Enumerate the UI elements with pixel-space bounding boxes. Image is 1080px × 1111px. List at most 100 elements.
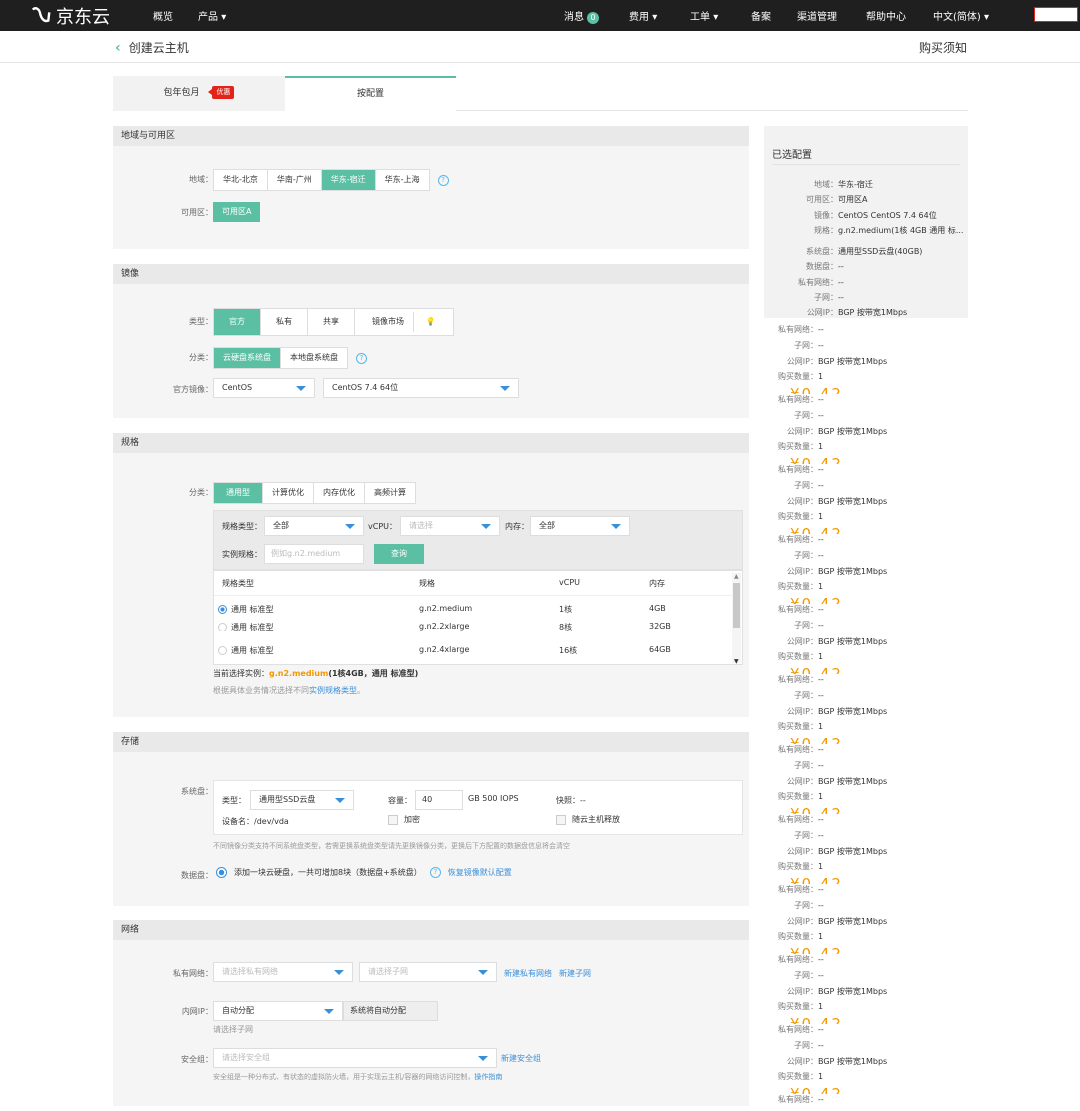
nav-products-label: 产品 bbox=[198, 12, 218, 23]
capacity-input[interactable]: 40 bbox=[415, 790, 463, 810]
release-checkbox[interactable] bbox=[556, 814, 566, 825]
current-selection: 当前选择实例：g.n2.medium(1核4GB，通用 标准型) bbox=[213, 668, 418, 679]
ghost-key: 子网： bbox=[794, 411, 818, 420]
buy-notice-link[interactable]: 购买须知 bbox=[919, 39, 967, 56]
table-row[interactable]: 通用 标准型 g.n2.2xlarge 8核 32GB bbox=[214, 622, 734, 631]
chevron-down-icon: ▾ bbox=[713, 12, 719, 23]
table-scrollbar[interactable]: ▲ ▼ bbox=[732, 573, 741, 665]
image-type-option[interactable]: 私有 bbox=[261, 309, 308, 335]
summary-key: 公网IP： bbox=[806, 308, 838, 317]
row-spec: g.n2.medium bbox=[419, 604, 473, 613]
guide-link[interactable]: 操作指南 bbox=[474, 1073, 502, 1081]
disk-type-select[interactable]: 通用型SSD云盘 bbox=[250, 790, 354, 810]
ghost-key: 购买数量： bbox=[778, 1072, 818, 1081]
radio[interactable] bbox=[218, 623, 227, 631]
az-option-selected[interactable]: 可用区A bbox=[213, 202, 261, 222]
image-type-option-selected[interactable]: 官方 bbox=[214, 309, 261, 335]
os-version-select[interactable]: CentOS 7.4 64位 bbox=[323, 378, 519, 398]
ghost-summary-line: 购买数量：1 bbox=[770, 371, 823, 382]
spec-category-option[interactable]: 计算优化 bbox=[263, 483, 314, 503]
help-icon[interactable]: ? bbox=[437, 174, 449, 186]
nav-messages[interactable]: 消息 0 bbox=[564, 8, 599, 24]
encrypt-checkbox[interactable] bbox=[388, 814, 398, 825]
add-circle-icon[interactable] bbox=[216, 867, 227, 878]
instance-spec-input[interactable]: 例如g.n2.medium bbox=[264, 544, 364, 564]
section-title: 存储 bbox=[113, 732, 749, 752]
encrypt-option[interactable]: 加密 bbox=[388, 814, 420, 825]
ghost-key: 购买数量： bbox=[778, 722, 818, 731]
ghost-summary-line: 购买数量：1 bbox=[770, 511, 823, 522]
filter-vcpu-select[interactable]: 请选择 bbox=[400, 516, 500, 536]
filter-type-label: 规格类型： bbox=[222, 522, 262, 531]
release-option[interactable]: 随云主机释放 bbox=[556, 814, 620, 825]
image-category-option[interactable]: 本地盘系统盘 bbox=[281, 348, 347, 368]
filter-type-select[interactable]: 全部 bbox=[264, 516, 364, 536]
ghost-key: 公网IP： bbox=[786, 917, 818, 926]
ghost-summary-line: 子网：-- bbox=[770, 900, 824, 911]
page-title: 创建云主机 bbox=[128, 41, 189, 55]
add-data-disk-text[interactable]: 添加一块云硬盘，一共可增加8块（数据盘+系统盘） bbox=[234, 867, 422, 878]
nav-help[interactable]: 帮助中心 bbox=[866, 8, 906, 23]
ghost-value: BGP 按带宽1Mbps bbox=[818, 497, 888, 506]
new-vpc-link[interactable]: 新建私有网络 bbox=[504, 968, 552, 979]
image-category-option-selected[interactable]: 云硬盘系统盘 bbox=[214, 348, 281, 368]
ghost-key: 私有网络： bbox=[778, 885, 818, 894]
nav-channel[interactable]: 渠道管理 bbox=[797, 8, 837, 23]
private-ip-select[interactable]: 自动分配 bbox=[213, 1001, 343, 1021]
restore-default-link[interactable]: 恢复镜像默认配置 bbox=[448, 867, 512, 878]
instance-spec-label: 实例规格： bbox=[222, 550, 262, 559]
nav-icp[interactable]: 备案 bbox=[751, 8, 771, 23]
scroll-down-icon[interactable]: ▼ bbox=[734, 658, 739, 665]
image-type-option[interactable]: 镜像市场 💡 bbox=[355, 309, 453, 335]
nav-products[interactable]: 产品 ▾ bbox=[198, 8, 226, 23]
summary-key: 子网： bbox=[814, 293, 838, 302]
instance-spec-placeholder: 例如g.n2.medium bbox=[271, 549, 341, 558]
ghost-summary-line: 私有网络：-- bbox=[770, 814, 824, 825]
back-link[interactable]: ‹ 创建云主机 bbox=[115, 39, 189, 56]
vpc-select[interactable]: 请选择私有网络 bbox=[213, 962, 353, 982]
spec-type-link[interactable]: 实例规格类型 bbox=[309, 686, 357, 695]
region-option[interactable]: 华北-北京 bbox=[214, 170, 268, 190]
brand-logo[interactable]: 京东云 bbox=[30, 3, 110, 29]
help-icon[interactable]: ? bbox=[429, 867, 441, 878]
region-option-selected[interactable]: 华东-宿迁 bbox=[321, 170, 376, 190]
radio-selected[interactable] bbox=[218, 605, 227, 614]
spec-hint-prefix: 根据具体业务情况选择不同 bbox=[213, 686, 309, 695]
spec-category-option-selected[interactable]: 通用型 bbox=[214, 483, 263, 503]
image-type-option[interactable]: 共享 bbox=[308, 309, 355, 335]
query-button[interactable]: 查询 bbox=[374, 544, 424, 564]
nav-cost[interactable]: 费用 ▾ bbox=[629, 8, 657, 23]
spec-category-option[interactable]: 高频计算 bbox=[365, 483, 415, 503]
new-security-group-link[interactable]: 新建安全组 bbox=[501, 1053, 541, 1064]
tab-yearly[interactable]: 包年包月 优惠 bbox=[113, 76, 285, 111]
radio[interactable] bbox=[218, 646, 227, 655]
scrollbar-thumb[interactable] bbox=[733, 583, 740, 628]
nav-ticket[interactable]: 工单 ▾ bbox=[690, 8, 718, 23]
ghost-summary-line: 私有网络：-- bbox=[770, 1094, 824, 1105]
ghost-summary-line: 公网IP：BGP 按带宽1Mbps bbox=[770, 636, 887, 647]
nav-language[interactable]: 中文(简体) ▾ bbox=[933, 8, 989, 23]
nav-overview[interactable]: 概览 bbox=[153, 8, 173, 23]
ghost-value: -- bbox=[818, 535, 824, 544]
ghost-value: -- bbox=[818, 955, 824, 964]
new-subnet-link[interactable]: 新建子网 bbox=[559, 968, 591, 979]
security-group-select[interactable]: 请选择安全组 bbox=[213, 1048, 497, 1068]
help-icon[interactable]: ? bbox=[356, 352, 367, 364]
subnet-select[interactable]: 请选择子网 bbox=[359, 962, 497, 982]
region-option[interactable]: 华东-上海 bbox=[376, 170, 429, 190]
brand-name: 京东云 bbox=[56, 7, 110, 28]
ghost-key: 公网IP： bbox=[786, 707, 818, 716]
os-family-select[interactable]: CentOS bbox=[213, 378, 315, 398]
filter-mem-select[interactable]: 全部 bbox=[530, 516, 630, 536]
row-vcpu: 8核 bbox=[559, 623, 573, 631]
caret-down-icon bbox=[500, 386, 510, 391]
account-menu[interactable] bbox=[1034, 7, 1078, 22]
region-option[interactable]: 华南-广州 bbox=[268, 170, 322, 190]
ghost-summary-line: 子网：-- bbox=[770, 830, 824, 841]
tab-on-demand[interactable]: 按配置 bbox=[285, 76, 456, 111]
spec-category-option[interactable]: 内存优化 bbox=[314, 483, 365, 503]
caret-down-icon bbox=[478, 970, 488, 975]
ghost-key: 子网： bbox=[794, 761, 818, 770]
scroll-up-icon[interactable]: ▲ bbox=[734, 573, 739, 580]
spec-filter-panel: 规格类型： 全部 vCPU： 请选择 内存： 全部 实例规格： 例如g.n2.m… bbox=[213, 510, 743, 570]
